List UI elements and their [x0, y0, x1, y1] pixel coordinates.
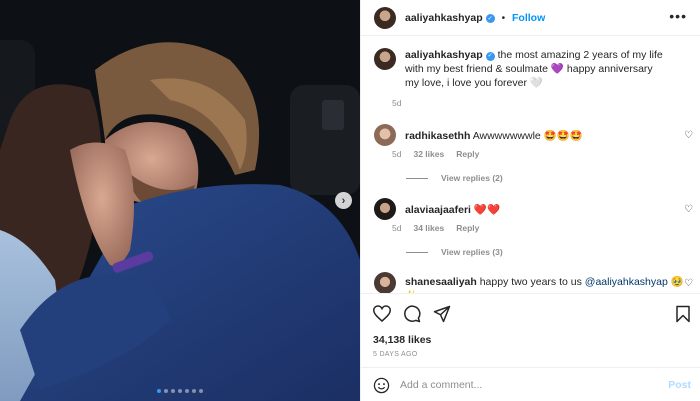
comment-body: shanesaaliyah happy two years to us @aal…: [405, 272, 685, 293]
view-replies-label: View replies (2): [441, 173, 503, 183]
comment-text: happy two years to us: [479, 276, 585, 288]
commenter-username[interactable]: shanesaaliyah: [405, 276, 477, 288]
comment-age: 5d: [392, 223, 402, 233]
comment-age: 5d: [392, 149, 402, 159]
post-comment-button[interactable]: Post: [668, 379, 691, 391]
post-actions: 34,138 likes 5 DAYS AGO Post: [361, 293, 700, 401]
reply-button[interactable]: Reply: [456, 149, 479, 159]
likes-count[interactable]: 34,138 likes: [373, 334, 431, 346]
commenter-avatar[interactable]: [374, 198, 396, 220]
more-options-icon[interactable]: •••: [669, 9, 687, 23]
carousel-dot: [185, 389, 189, 393]
view-replies-label: View replies (3): [441, 247, 503, 257]
caption-meta: 5d: [392, 98, 401, 108]
comments-list[interactable]: aaliyahkashyap ✓ the most amazing 2 years…: [361, 45, 700, 293]
share-icon[interactable]: [433, 305, 451, 323]
post-photo[interactable]: ›: [0, 0, 360, 401]
author-username[interactable]: aaliyahkashyap: [405, 12, 483, 24]
heart-icon[interactable]: [373, 305, 391, 322]
caption-body: aaliyahkashyap ✓ the most amazing 2 years…: [405, 48, 665, 90]
replies-divider: [406, 251, 428, 253]
add-comment-input[interactable]: [400, 379, 650, 391]
caption-age: 5d: [392, 98, 402, 108]
carousel-dot: [199, 389, 203, 393]
comment-meta: 5d 34 likes Reply: [392, 223, 479, 233]
emoji-icon[interactable]: [373, 377, 390, 394]
comment-text: Awwwwwwwle 🤩🤩🤩: [472, 130, 583, 142]
view-replies-button[interactable]: View replies (3): [406, 247, 503, 257]
commenter-avatar[interactable]: [374, 124, 396, 146]
dot-separator: •: [501, 12, 506, 24]
comment-like-heart-icon[interactable]: ♡: [684, 204, 693, 215]
commenter-avatar[interactable]: [374, 272, 396, 293]
carousel-dot: [171, 389, 175, 393]
follow-button[interactable]: Follow: [512, 12, 545, 24]
caption-avatar[interactable]: [374, 48, 396, 70]
caption-username[interactable]: aaliyahkashyap: [405, 49, 483, 61]
post-header: aaliyahkashyap ✓ • Follow •••: [361, 0, 700, 36]
carousel-dot: [164, 389, 168, 393]
couple-photo-illustration: [0, 0, 360, 401]
post-timestamp[interactable]: 5 DAYS AGO: [373, 351, 418, 358]
comment-mention-link[interactable]: @aaliyahkashyap: [585, 276, 668, 288]
comment-body: radhikasethh Awwwwwwwle 🤩🤩🤩: [405, 124, 665, 146]
comment-meta: 5d 32 likes Reply: [392, 149, 479, 159]
author-avatar[interactable]: [374, 6, 396, 29]
author-info: aaliyahkashyap ✓ • Follow: [405, 12, 545, 24]
commenter-username[interactable]: radhikasethh: [405, 130, 470, 142]
chevron-right-icon[interactable]: ›: [335, 192, 352, 209]
carousel-dot: [178, 389, 182, 393]
caption: aaliyahkashyap ✓ the most amazing 2 years…: [374, 48, 691, 90]
add-comment-bar: Post: [361, 367, 700, 401]
comment-item: shanesaaliyah happy two years to us @aal…: [374, 272, 691, 293]
action-icons: [373, 305, 451, 323]
comment-likes[interactable]: 34 likes: [413, 223, 444, 233]
comment-item: radhikasethh Awwwwwwwle 🤩🤩🤩: [374, 124, 691, 146]
comment-icon[interactable]: [403, 305, 421, 323]
view-replies-button[interactable]: View replies (2): [406, 173, 503, 183]
carousel-dots: [0, 389, 360, 393]
reply-button[interactable]: Reply: [456, 223, 479, 233]
replies-divider: [406, 177, 428, 179]
bookmark-icon[interactable]: [675, 305, 691, 323]
comment-like-heart-icon[interactable]: ♡: [684, 130, 693, 141]
carousel-dot: [157, 389, 161, 393]
carousel-dot: [192, 389, 196, 393]
comment-body: alaviaajaaferi ❤️❤️: [405, 198, 665, 220]
verified-icon: ✓: [485, 51, 495, 61]
comment-item: alaviaajaaferi ❤️❤️: [374, 198, 691, 220]
post-sidebar: aaliyahkashyap ✓ • Follow ••• aaliyahkash…: [360, 0, 700, 401]
commenter-username[interactable]: alaviaajaaferi: [405, 204, 471, 216]
comment-like-heart-icon[interactable]: ♡: [684, 278, 693, 289]
save-button[interactable]: [675, 305, 691, 323]
comment-likes[interactable]: 32 likes: [413, 149, 444, 159]
verified-icon: ✓: [485, 13, 495, 23]
comment-text: ❤️❤️: [473, 204, 501, 216]
